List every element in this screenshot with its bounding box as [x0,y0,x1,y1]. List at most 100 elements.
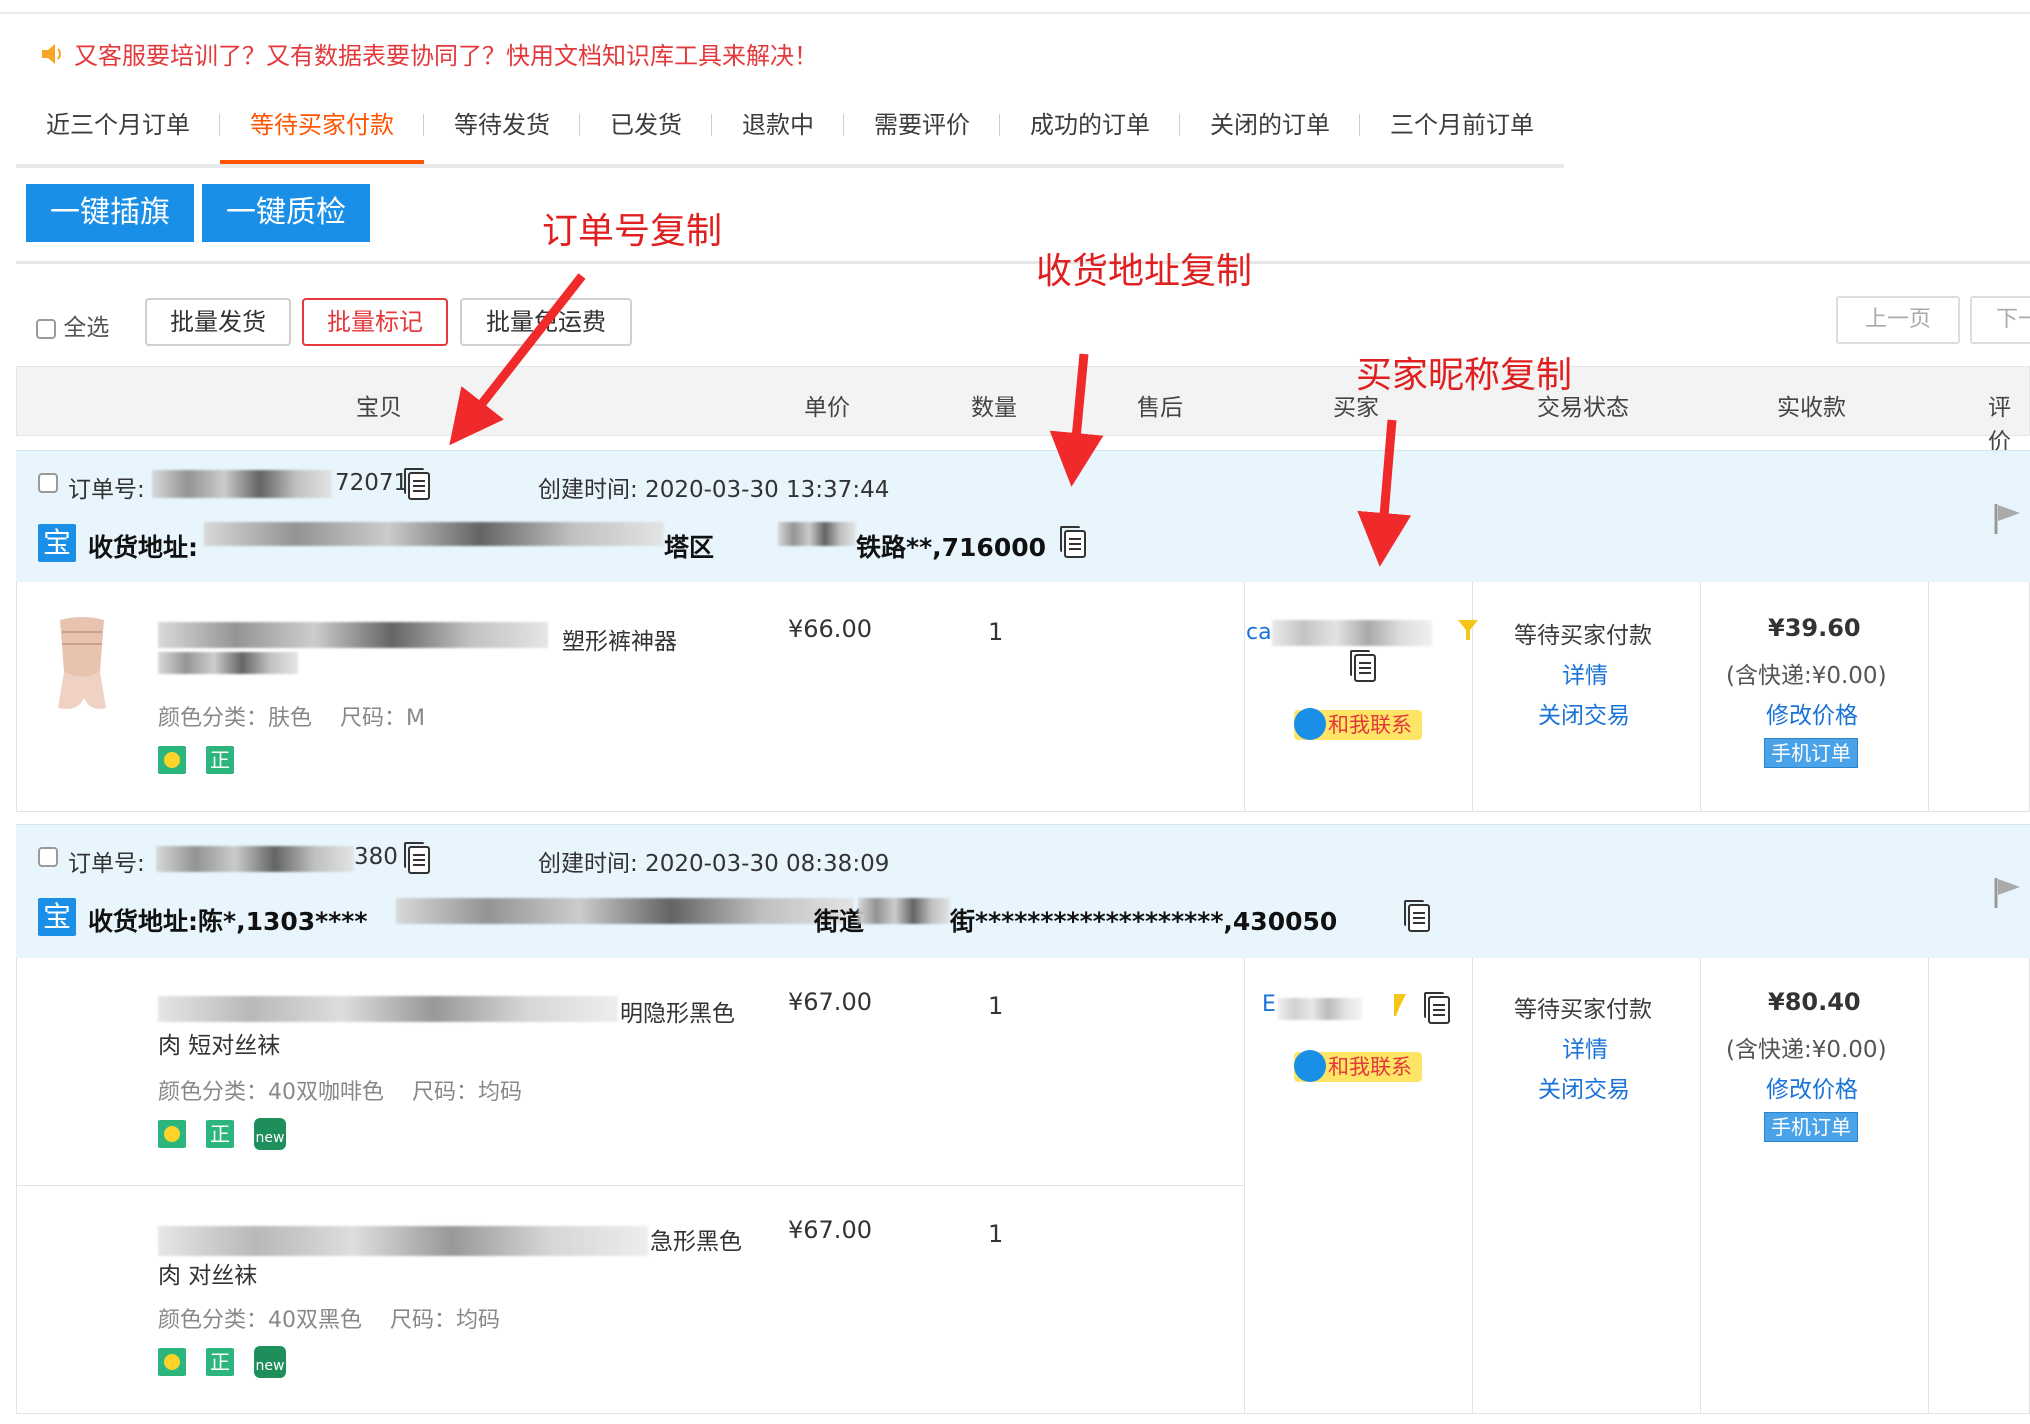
received-amount: ¥80.40 [1768,988,1861,1016]
unit-price: ¥66.00 [788,615,872,643]
quantity: 1 [988,992,1004,1020]
item-title[interactable]: 急形黑色 [650,1222,742,1256]
tab-shipped[interactable]: 已发货 [580,100,712,160]
contact-button[interactable]: 和我联系 [1294,708,1422,740]
copy-buyer-icon[interactable] [1424,992,1450,1028]
col-divider [1244,582,1245,812]
tab-closed[interactable]: 关闭的订单 [1180,100,1360,160]
redacted-order-no [156,846,354,872]
select-all-checkbox[interactable] [36,318,56,339]
unit-price: ¥67.00 [788,988,872,1016]
select-all[interactable]: 全选 [36,308,109,342]
tab-recent-3-months[interactable]: 近三个月订单 [16,100,220,160]
speaker-icon [42,43,61,64]
col-after-sale: 售后 [1137,395,1183,421]
annotation-address: 收货地址复制 [1036,251,1253,292]
col-divider [1928,958,1929,1414]
tab-awaiting-shipment[interactable]: 等待发货 [424,100,580,160]
address-tail: 铁路**,716000 [856,533,1047,562]
copy-order-no-icon[interactable] [404,842,430,878]
taobao-badge: 宝 [38,524,76,562]
shield-tag-icon [158,1120,186,1148]
modify-price-link[interactable]: 修改价格 [1766,696,1858,730]
tab-successful[interactable]: 成功的订单 [1000,100,1180,160]
redacted-order-no [152,470,332,498]
new-tag: new [254,1118,286,1150]
tab-awaiting-payment[interactable]: 等待买家付款 [220,100,424,164]
item-title[interactable]: 明隐形黑色 [620,994,735,1028]
item-title[interactable]: 塑形裤神器 [562,622,677,656]
tab-needs-review[interactable]: 需要评价 [844,100,1000,160]
order-tabs: 近三个月订单 等待买家付款 等待发货 已发货 退款中 需要评价 成功的订单 关闭… [16,100,1564,168]
close-trade-link[interactable]: 关闭交易 [1538,1070,1630,1104]
batch-free-shipping-button[interactable]: 批量免运费 [460,298,632,346]
notice-text: 又客服要培训了？又有数据表要协同了？快用文档知识库工具来解决！ [74,42,818,70]
batch-ship-button[interactable]: 批量发货 [145,298,291,346]
col-divider [1244,958,1245,1414]
order-body [16,582,2030,812]
address-tail: 街*******************,430050 [950,907,1338,936]
redacted-title [158,622,548,648]
insert-flag-button[interactable]: 一键插旗 [26,184,194,242]
authentic-tag: 正 [206,1120,234,1148]
contact-button[interactable]: 和我联系 [1294,1050,1422,1082]
buyer-nick[interactable]: E [1262,992,1276,1017]
table-header [16,366,2030,436]
close-trade-link[interactable]: 关闭交易 [1538,696,1630,730]
col-received: 实收款 [1777,395,1846,421]
order-no-label: 订单号: [68,851,145,877]
col-item: 宝贝 [356,395,402,421]
redacted-address-2 [778,522,856,546]
col-divider [1472,958,1473,1414]
authentic-tag: 正 [206,1348,234,1376]
batch-mark-button[interactable]: 批量标记 [302,298,448,346]
address-mid: 塔区 [664,533,715,562]
next-page-button[interactable]: 下一页 [1970,296,2030,344]
col-divider [1928,582,1929,812]
filter-icon[interactable] [1456,618,1480,642]
address-prefix: 收货地址:陈*,1303**** [88,907,368,936]
quality-check-button[interactable]: 一键质检 [202,184,370,242]
taobao-badge: 宝 [38,898,76,936]
quantity: 1 [988,618,1004,646]
copy-buyer-icon[interactable] [1350,650,1376,686]
flag-icon[interactable] [1992,502,2022,536]
detail-link[interactable]: 详情 [1562,656,1608,690]
authentic-tag: 正 [206,746,234,774]
copy-address-icon[interactable] [1404,900,1430,936]
select-all-label: 全选 [63,315,110,341]
flag-icon[interactable] [1992,876,2022,910]
unit-price: ¥67.00 [788,1216,872,1244]
annotation-buyer-nick: 买家昵称复制 [1356,355,1573,396]
annotation-order-no: 订单号复制 [542,211,723,252]
detail-link[interactable]: 详情 [1562,1030,1608,1064]
redacted-address-1 [204,522,664,546]
prev-page-button[interactable]: 上一页 [1836,296,1960,344]
copy-address-icon[interactable] [1060,526,1086,562]
tab-refunding[interactable]: 退款中 [712,100,844,160]
quantity: 1 [988,1220,1004,1248]
redacted-address-2 [858,898,950,924]
notice-bar[interactable]: 又客服要培训了？又有数据表要协同了？快用文档知识库工具来解决！ [40,36,818,71]
buyer-nick[interactable]: ca [1246,620,1272,645]
top-border [0,0,2030,14]
redacted-title-2 [158,652,298,674]
redacted-buyer [1278,998,1362,1020]
copy-order-no-icon[interactable] [404,468,430,504]
order-checkbox[interactable] [38,472,58,493]
redacted-title [158,1226,648,1256]
flag-marker-icon[interactable] [1388,992,1408,1018]
product-thumbnail[interactable] [40,612,124,718]
received-amount: ¥39.60 [1768,614,1861,642]
trade-status: 等待买家付款 [1514,623,1652,649]
modify-price-link[interactable]: 修改价格 [1766,1070,1858,1104]
item-sku: 颜色分类：40双咖啡色 尺码：均码 [158,1080,522,1105]
redacted-title [158,996,618,1022]
col-qty: 数量 [971,395,1017,421]
tab-older-than-3-months[interactable]: 三个月前订单 [1360,100,1564,160]
order-checkbox[interactable] [38,846,58,867]
active-tab-underline [220,160,424,164]
redacted-address-1 [396,898,854,924]
mobile-order-badge: 手机订单 [1764,1112,1858,1142]
order-no-tail: 72071 [335,470,409,496]
